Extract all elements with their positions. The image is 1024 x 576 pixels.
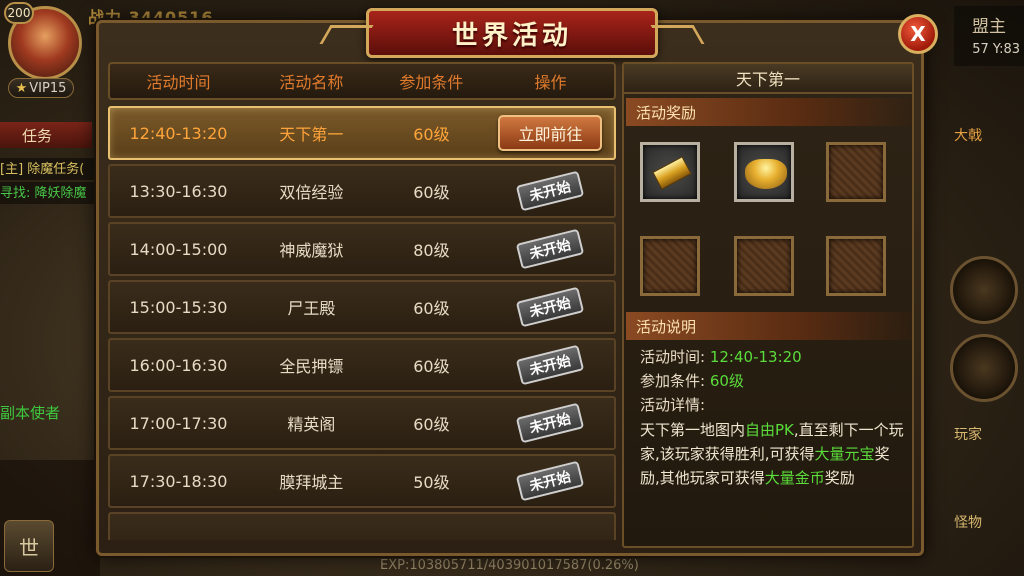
table-row[interactable]: 16:00-16:30 全民押镖 60级 未开始 (108, 338, 616, 392)
activity-detail-label: 活动详情: (640, 396, 706, 414)
activity-condition-label: 参加条件: (640, 372, 706, 390)
row-time: 14:00-15:00 (129, 239, 228, 259)
row-action: 未开始 (487, 228, 614, 270)
activity-detail-panel: 天下第一 活动奖励 活动说明 活动时间: 12:40-13:20 参加条件: 6… (622, 62, 914, 548)
monster-filter-label[interactable]: 怪物 (954, 512, 982, 532)
row-condition: 80级 (413, 241, 450, 260)
row-time: 12:40-13:20 (129, 123, 228, 143)
not-started-stamp: 未开始 (516, 170, 585, 212)
world-chat-button[interactable]: 世 (4, 520, 54, 572)
activity-detail-text: 天下第一地图内自由PK,直至剩下一个玩家,该玩家获得胜利,可获得大量元宝奖励,其… (640, 418, 906, 490)
reward-slot-empty[interactable] (640, 236, 700, 296)
description-section-header: 活动说明 (626, 312, 912, 340)
reward-slot-gold-bar[interactable] (640, 142, 700, 202)
detail-highlight: 大量元宝 (814, 445, 875, 463)
panel-title-plate: 世界活动 (366, 8, 658, 58)
row-condition: 60级 (413, 125, 450, 144)
row-condition: 60级 (413, 299, 450, 318)
coordinate-readout: 57 Y:83 (972, 42, 1020, 57)
go-now-button[interactable]: 立即前往 (498, 115, 603, 151)
skill-button-1[interactable] (950, 256, 1018, 324)
row-time: 15:00-15:30 (129, 297, 228, 317)
reward-slot-empty[interactable] (826, 142, 886, 202)
table-row-partial[interactable] (108, 512, 616, 540)
task-tab[interactable]: 任务 (0, 122, 92, 148)
close-icon: X (910, 22, 926, 46)
detail-text: 天下第一地图内 (640, 421, 746, 439)
row-time: 16:00-16:30 (129, 355, 228, 375)
skill-button-2[interactable] (950, 334, 1018, 402)
row-name: 膜拜城主 (279, 473, 344, 492)
table-row[interactable]: 13:30-16:30 双倍经验 60级 未开始 (108, 164, 616, 218)
table-row[interactable]: 17:30-18:30 膜拜城主 50级 未开始 (108, 454, 616, 508)
row-condition: 60级 (413, 183, 450, 202)
task-item-main[interactable]: [主] 除魔任务( (0, 158, 98, 180)
row-time: 17:30-18:30 (129, 471, 228, 491)
activity-time-label: 活动时间: (640, 348, 706, 366)
row-name: 全民押镖 (279, 357, 344, 376)
row-name: 天下第一 (279, 125, 344, 144)
table-header: 活动时间 活动名称 参加条件 操作 (108, 62, 616, 100)
row-name: 双倍经验 (279, 183, 344, 202)
nearby-label: 大戟 (954, 128, 982, 144)
row-action: 未开始 (487, 170, 614, 212)
close-button[interactable]: X (898, 14, 938, 54)
row-action: 未开始 (487, 460, 614, 502)
header-condition: 参加条件 (399, 73, 464, 92)
row-condition: 60级 (413, 415, 450, 434)
reward-slot-empty[interactable] (734, 236, 794, 296)
detail-text: 奖励 (824, 469, 855, 487)
table-row[interactable]: 17:00-17:30 精英阁 60级 未开始 (108, 396, 616, 450)
reward-slot-empty[interactable] (826, 236, 886, 296)
not-started-stamp: 未开始 (516, 286, 585, 328)
row-condition: 50级 (413, 473, 450, 492)
row-condition: 60级 (413, 357, 450, 376)
vip-badge[interactable]: ★ VIP15 (8, 78, 74, 98)
header-time: 活动时间 (146, 73, 211, 92)
player-filter-label[interactable]: 玩家 (954, 424, 982, 444)
detail-highlight: 自由PK (745, 421, 794, 439)
not-started-stamp: 未开始 (516, 228, 585, 270)
reward-section-header: 活动奖励 (626, 98, 912, 126)
panel-title: 世界活动 (451, 20, 572, 51)
header-action: 操作 (534, 73, 567, 92)
row-time: 13:30-16:30 (129, 181, 228, 201)
star-icon: ★ (15, 80, 28, 96)
header-name: 活动名称 (279, 73, 344, 92)
gold-ingot-icon (745, 159, 787, 189)
player-level-badge: 200 (4, 2, 34, 24)
table-row[interactable]: 14:00-15:00 神威魔狱 80级 未开始 (108, 222, 616, 276)
row-time: 17:00-17:30 (129, 413, 228, 433)
not-started-stamp: 未开始 (516, 402, 585, 444)
row-action: 立即前往 (487, 115, 614, 151)
row-action: 未开始 (487, 344, 614, 386)
not-started-stamp: 未开始 (516, 460, 585, 502)
detail-title: 天下第一 (624, 64, 912, 94)
table-row[interactable]: 12:40-13:20 天下第一 60级 立即前往 (108, 106, 616, 160)
not-started-stamp: 未开始 (516, 344, 585, 386)
alliance-button[interactable]: 盟主 (954, 6, 1024, 66)
row-name: 神威魔狱 (279, 241, 344, 260)
row-action: 未开始 (487, 402, 614, 444)
row-action: 未开始 (487, 286, 614, 328)
activity-condition-line: 参加条件: 60级 (640, 370, 744, 391)
npc-label-dungeon: 副本使者 (0, 404, 61, 422)
activity-table[interactable]: 活动时间 活动名称 参加条件 操作 12:40-13:20 天下第一 60级 立… (108, 62, 616, 540)
row-name: 尸王殿 (287, 299, 336, 318)
reward-slot-ingot[interactable] (734, 142, 794, 202)
gold-bar-icon (652, 156, 692, 190)
task-item-find[interactable]: 寻找: 降妖除魔 (0, 182, 98, 204)
detail-highlight: 大量金币 (764, 469, 825, 487)
activity-time-value: 12:40-13:20 (709, 348, 802, 366)
table-row[interactable]: 15:00-15:30 尸王殿 60级 未开始 (108, 280, 616, 334)
vip-label: VIP15 (29, 80, 67, 96)
activity-time-line: 活动时间: 12:40-13:20 (640, 346, 802, 367)
activity-condition-value: 60级 (709, 372, 744, 390)
row-name: 精英阁 (287, 415, 336, 434)
exp-readout: EXP:103805711/403901017587(0.26%) (380, 558, 639, 573)
